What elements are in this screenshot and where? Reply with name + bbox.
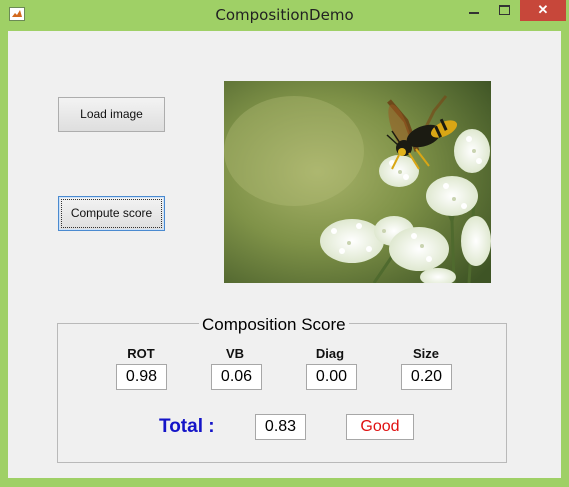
size-label: Size <box>412 346 439 361</box>
rot-label: ROT <box>127 346 155 361</box>
maximize-button[interactable] <box>490 0 518 21</box>
maximize-icon <box>499 5 510 15</box>
total-label: Total : <box>159 416 215 437</box>
close-icon: ✕ <box>537 2 549 17</box>
compute-score-label: Compute score <box>70 206 153 220</box>
diag-value: 0.00 <box>306 364 357 390</box>
vb-label: VB <box>225 346 245 361</box>
panel-title: Composition Score <box>199 315 349 335</box>
total-value: 0.83 <box>255 414 306 440</box>
rating-value: Good <box>346 414 414 440</box>
size-value: 0.20 <box>401 364 452 390</box>
compute-score-button[interactable]: Compute score <box>58 196 165 231</box>
load-image-button[interactable]: Load image <box>58 97 165 132</box>
diag-label: Diag <box>315 346 345 361</box>
app-window: CompositionDemo ✕ Load image Compute sco… <box>0 0 569 487</box>
figure-area: Load image Compute score Composition Sco… <box>8 31 561 478</box>
vb-value: 0.06 <box>211 364 262 390</box>
wasp-photo <box>224 81 491 283</box>
rot-value: 0.98 <box>116 364 167 390</box>
image-axes <box>224 81 491 283</box>
close-button[interactable]: ✕ <box>520 0 566 21</box>
composition-score-panel: Composition Score ROT VB Diag Size 0.98 … <box>57 315 507 463</box>
minimize-button[interactable] <box>460 0 488 21</box>
minimize-icon <box>469 12 479 14</box>
title-bar[interactable]: CompositionDemo ✕ <box>0 0 569 30</box>
